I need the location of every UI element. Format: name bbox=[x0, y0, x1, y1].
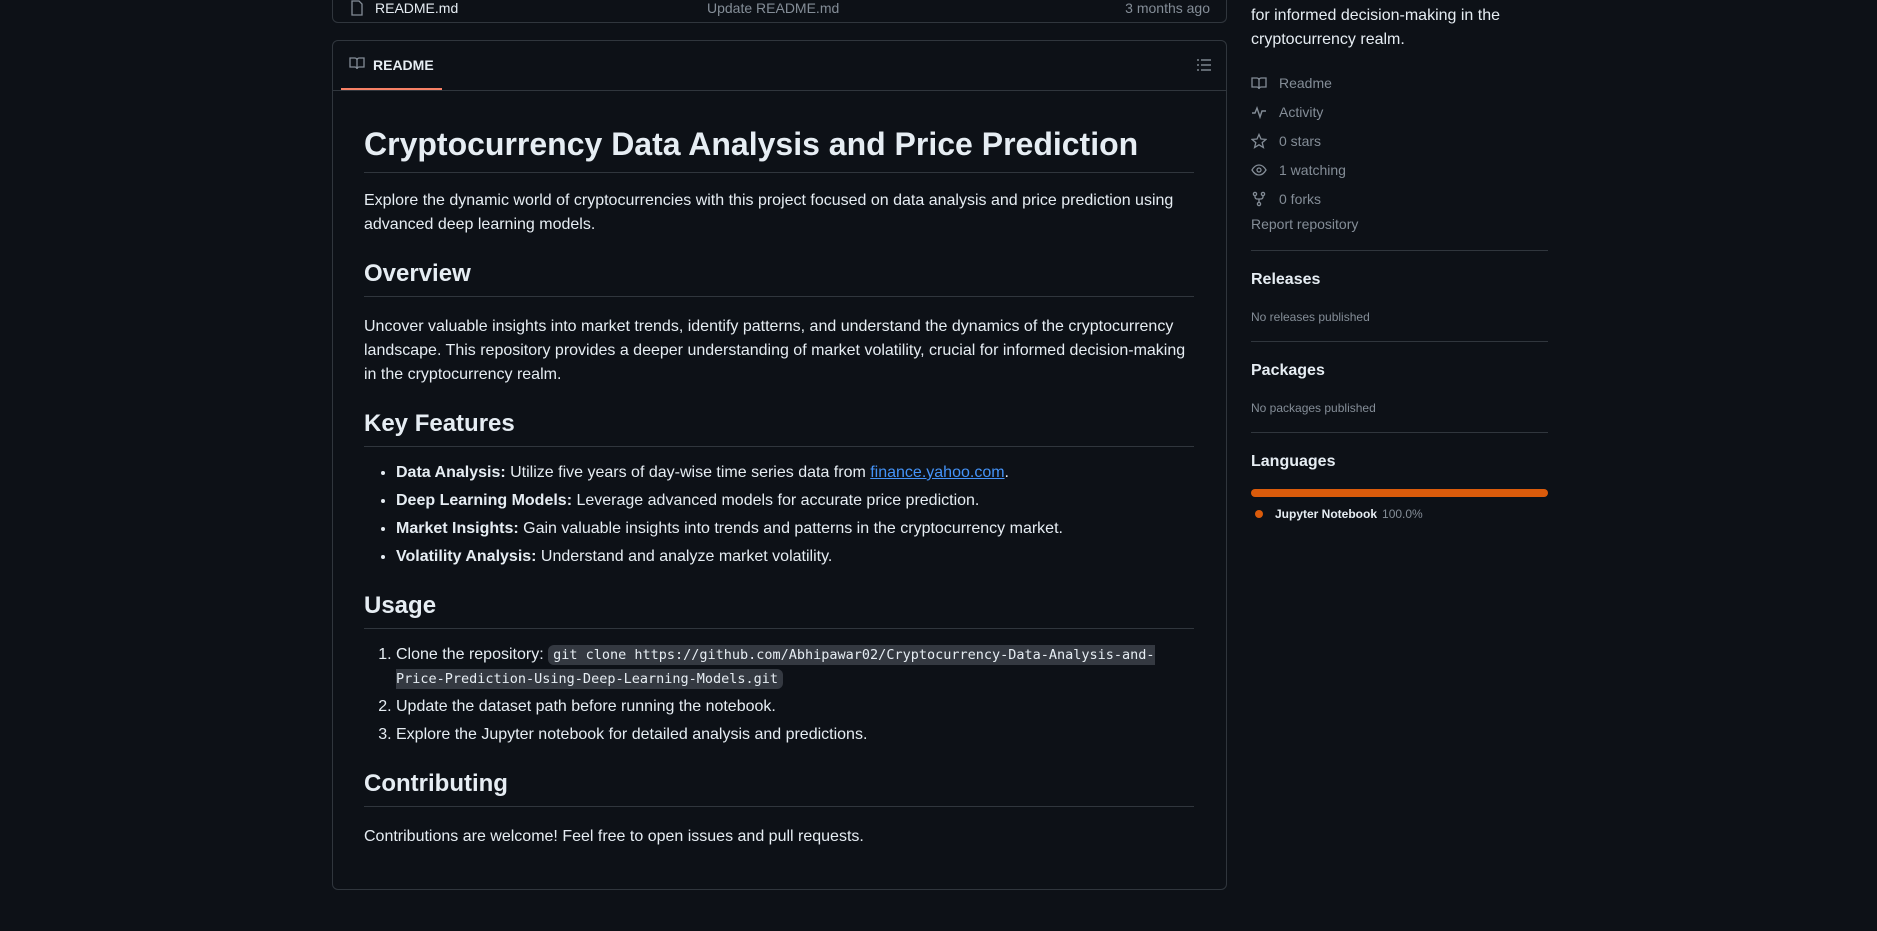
feature-text: Understand and analyze market volatility… bbox=[536, 548, 833, 565]
sidebar-item-watching[interactable]: 1 watching bbox=[1251, 155, 1346, 184]
language-percent: 100.0% bbox=[1382, 507, 1423, 521]
list-item: Clone the repository: git clone https://… bbox=[396, 643, 1194, 691]
feature-label: Deep Learning Models: bbox=[396, 492, 573, 509]
feature-label: Data Analysis: bbox=[396, 464, 506, 481]
sidebar-item-readme[interactable]: Readme bbox=[1251, 68, 1346, 97]
divider bbox=[1251, 432, 1548, 433]
packages-empty-text: No packages published bbox=[1251, 401, 1376, 415]
readme-title: Cryptocurrency Data Analysis and Price P… bbox=[364, 124, 1194, 173]
contributing-heading: Contributing bbox=[364, 769, 1194, 807]
releases-empty-text: No releases published bbox=[1251, 310, 1370, 324]
about-description: for informed decision-making in the cryp… bbox=[1251, 7, 1501, 48]
list-item: Data Analysis: Utilize five years of day… bbox=[396, 461, 1194, 485]
fork-icon bbox=[1252, 191, 1266, 206]
feature-text-after: . bbox=[1004, 464, 1009, 481]
readme-intro: Explore the dynamic world of cryptocurre… bbox=[364, 192, 1174, 233]
list-item: Market Insights: Gain valuable insights … bbox=[396, 517, 1194, 541]
book-icon bbox=[1251, 76, 1267, 89]
readme-content: Cryptocurrency Data Analysis and Price P… bbox=[364, 124, 1194, 849]
feature-text: Utilize five years of day-wise time seri… bbox=[505, 464, 871, 481]
releases-heading[interactable]: Releases bbox=[1251, 271, 1320, 289]
yahoo-finance-link[interactable]: finance.yahoo.com bbox=[870, 464, 1004, 481]
overview-text: Uncover valuable insights into market tr… bbox=[364, 318, 1186, 383]
feature-text: Gain valuable insights into trends and p… bbox=[518, 520, 1063, 537]
key-features-heading: Key Features bbox=[364, 409, 1194, 447]
languages-heading: Languages bbox=[1251, 453, 1336, 470]
sidebar-item-stars[interactable]: 0 stars bbox=[1251, 126, 1346, 155]
feature-label: Volatility Analysis: bbox=[396, 548, 537, 565]
usage-text: Update the dataset path before running t… bbox=[396, 698, 776, 715]
feature-text: Leverage advanced models for accurate pr… bbox=[572, 492, 980, 509]
star-icon bbox=[1251, 132, 1267, 149]
divider bbox=[1251, 250, 1548, 251]
sidebar-item-label: 0 stars bbox=[1279, 132, 1322, 149]
overview-heading: Overview bbox=[364, 259, 1194, 297]
file-row-readme[interactable]: README.md Update README.md 3 months ago bbox=[332, 0, 1227, 23]
list-item: Deep Learning Models: Leverage advanced … bbox=[396, 489, 1194, 513]
features-list: Data Analysis: Utilize five years of day… bbox=[364, 461, 1194, 569]
commit-message[interactable]: Update README.md bbox=[707, 0, 839, 16]
sidebar-item-label: Activity bbox=[1279, 103, 1324, 120]
usage-heading: Usage bbox=[364, 591, 1194, 629]
divider bbox=[1251, 341, 1548, 342]
readme-header: README bbox=[333, 41, 1226, 91]
packages-heading[interactable]: Packages bbox=[1251, 362, 1325, 380]
sidebar-item-label: 1 watching bbox=[1279, 161, 1346, 178]
report-repository-link[interactable]: Report repository bbox=[1251, 216, 1358, 232]
usage-text: Explore the Jupyter notebook for detaile… bbox=[396, 726, 868, 743]
file-name[interactable]: README.md bbox=[375, 0, 458, 16]
book-icon bbox=[349, 55, 365, 74]
list-item: Explore the Jupyter notebook for detaile… bbox=[396, 723, 1194, 747]
sidebar-item-forks[interactable]: 0 forks bbox=[1251, 184, 1346, 213]
eye-icon bbox=[1251, 163, 1267, 176]
usage-text: Clone the repository: bbox=[396, 646, 549, 663]
language-bar bbox=[1251, 489, 1548, 497]
commit-date: 3 months ago bbox=[1125, 0, 1210, 16]
list-item: Volatility Analysis: Understand and anal… bbox=[396, 545, 1194, 569]
sidebar-item-label: 0 forks bbox=[1279, 190, 1322, 207]
table-of-contents-icon[interactable] bbox=[1196, 57, 1212, 78]
contributing-text: Contributions are welcome! Feel free to … bbox=[364, 828, 864, 845]
file-icon bbox=[350, 0, 364, 19]
usage-list: Clone the repository: git clone https://… bbox=[364, 643, 1194, 747]
language-color-dot bbox=[1255, 510, 1263, 518]
tab-readme-label: README bbox=[373, 56, 434, 73]
language-name: Jupyter Notebook bbox=[1275, 507, 1378, 521]
feature-label: Market Insights: bbox=[396, 520, 519, 537]
language-item[interactable]: Jupyter Notebook 100.0% bbox=[1255, 507, 1423, 521]
sidebar-item-activity[interactable]: Activity bbox=[1251, 97, 1346, 126]
list-item: Update the dataset path before running t… bbox=[396, 695, 1194, 719]
tab-readme[interactable]: README bbox=[341, 41, 442, 90]
sidebar-item-label: Readme bbox=[1279, 74, 1332, 91]
repo-meta-list: Readme Activity 0 stars 1 watching 0 for… bbox=[1251, 68, 1346, 213]
pulse-icon bbox=[1252, 105, 1266, 119]
